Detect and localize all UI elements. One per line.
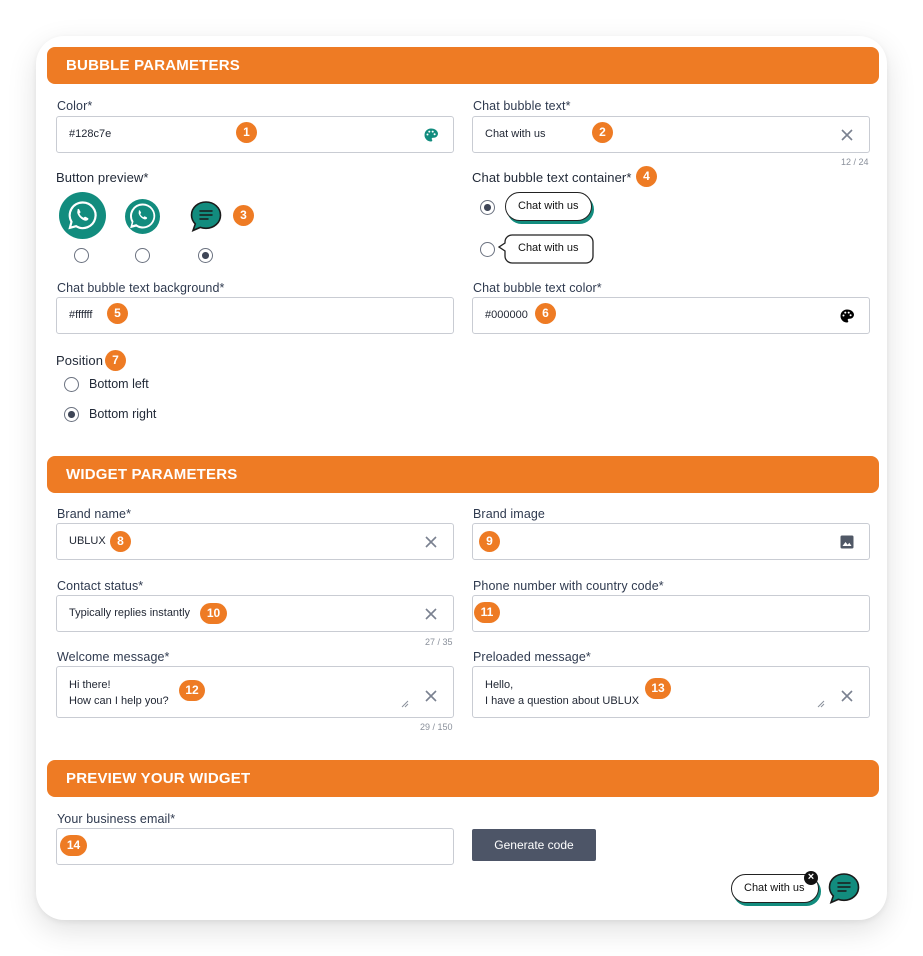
container-option-tail[interactable]: Chat with us <box>498 234 594 264</box>
welcome-message-textarea[interactable]: Hi there! How can I help you? <box>56 666 454 718</box>
badge-13: 13 <box>645 678 671 699</box>
button-preview-radio-2[interactable] <box>135 248 150 263</box>
resize-handle-icon[interactable] <box>817 700 825 708</box>
resize-handle-icon[interactable] <box>401 700 409 708</box>
container-option-rounded[interactable]: Chat with us <box>505 192 592 221</box>
preloaded-message-textarea[interactable]: Hello, I have a question about UBLUX <box>472 666 870 718</box>
chat-message-icon[interactable] <box>189 200 224 233</box>
badge-3: 3 <box>233 205 254 226</box>
preview-widget-header: PREVIEW YOUR WIDGET <box>47 760 879 797</box>
palette-icon[interactable] <box>423 127 439 143</box>
badge-7: 7 <box>105 350 126 371</box>
badge-6: 6 <box>535 303 556 324</box>
phone-label: Phone number with country code* <box>473 579 664 593</box>
chat-bubble-container-label: Chat bubble text container* <box>472 170 632 185</box>
badge-11: 11 <box>474 602 500 623</box>
position-bottom-left-label[interactable]: Bottom left <box>89 377 149 391</box>
color-value: #128c7e <box>69 128 112 140</box>
palette-icon[interactable] <box>839 308 855 324</box>
bubble-text-color-label: Chat bubble text color* <box>473 281 602 295</box>
close-icon[interactable] <box>423 606 439 622</box>
welcome-label: Welcome message* <box>57 650 170 664</box>
bubble-bg-label: Chat bubble text background* <box>57 281 225 295</box>
preloaded-label: Preloaded message* <box>473 650 591 664</box>
container-option-tail-text: Chat with us <box>518 242 579 254</box>
badge-5: 5 <box>107 303 128 324</box>
chat-bubble-text-label: Chat bubble text* <box>473 99 571 113</box>
badge-14: 14 <box>60 835 87 856</box>
brand-name-value: UBLUX <box>69 535 106 547</box>
contact-status-label: Contact status* <box>57 579 144 593</box>
bubble-text-color-value: #000000 <box>485 309 528 321</box>
bubble-close-icon[interactable]: × <box>804 871 818 885</box>
badge-2: 2 <box>592 122 613 143</box>
brand-image-label: Brand image <box>473 507 545 521</box>
badge-9: 9 <box>479 531 500 552</box>
welcome-counter: 29 / 150 <box>420 722 453 732</box>
whatsapp-outline-icon[interactable] <box>125 199 160 234</box>
image-icon[interactable] <box>839 534 855 550</box>
chat-bubble-text-value: Chat with us <box>485 128 546 140</box>
widget-parameters-header: WIDGET PARAMETERS <box>47 456 879 493</box>
button-preview-radio-1[interactable] <box>74 248 89 263</box>
button-preview-label: Button preview* <box>56 170 149 185</box>
brand-name-label: Brand name* <box>57 507 132 521</box>
generate-code-button[interactable]: Generate code <box>472 829 596 861</box>
floating-chat-icon[interactable] <box>827 872 862 905</box>
whatsapp-filled-icon[interactable] <box>59 192 106 239</box>
container-radio-1[interactable] <box>480 200 495 215</box>
container-radio-2[interactable] <box>480 242 495 257</box>
preloaded-message-value: Hello, I have a question about UBLUX <box>485 679 640 707</box>
badge-4: 4 <box>636 166 657 187</box>
badge-1: 1 <box>236 122 257 143</box>
phone-field[interactable] <box>472 595 870 632</box>
position-bottom-left-radio[interactable] <box>64 377 79 392</box>
chat-bubble-text-field[interactable]: Chat with us <box>472 116 870 153</box>
button-preview-radio-3[interactable] <box>198 248 213 263</box>
badge-12: 12 <box>179 680 205 701</box>
close-icon[interactable] <box>423 688 439 704</box>
position-bottom-right-label[interactable]: Bottom right <box>89 407 156 421</box>
position-label: Position <box>56 353 104 368</box>
chat-bubble-text-counter: 12 / 24 <box>841 157 869 167</box>
bubble-parameters-header: BUBBLE PARAMETERS <box>47 47 879 84</box>
color-label: Color* <box>57 99 93 113</box>
contact-status-value: Typically replies instantly <box>69 607 191 619</box>
badge-8: 8 <box>110 531 131 552</box>
bubble-bg-value: #ffffff <box>69 309 93 321</box>
welcome-message-value: Hi there! How can I help you? <box>69 679 169 707</box>
business-email-field[interactable] <box>56 828 454 865</box>
close-icon[interactable] <box>839 127 855 143</box>
business-email-label: Your business email* <box>57 812 176 826</box>
close-icon[interactable] <box>423 534 439 550</box>
close-icon[interactable] <box>839 688 855 704</box>
bubble-text-color-field[interactable]: #000000 <box>472 297 870 334</box>
position-bottom-right-radio[interactable] <box>64 407 79 422</box>
brand-image-field[interactable] <box>472 523 870 560</box>
contact-status-field[interactable]: Typically replies instantly <box>56 595 454 632</box>
badge-10: 10 <box>200 603 227 624</box>
contact-status-counter: 27 / 35 <box>425 637 453 647</box>
